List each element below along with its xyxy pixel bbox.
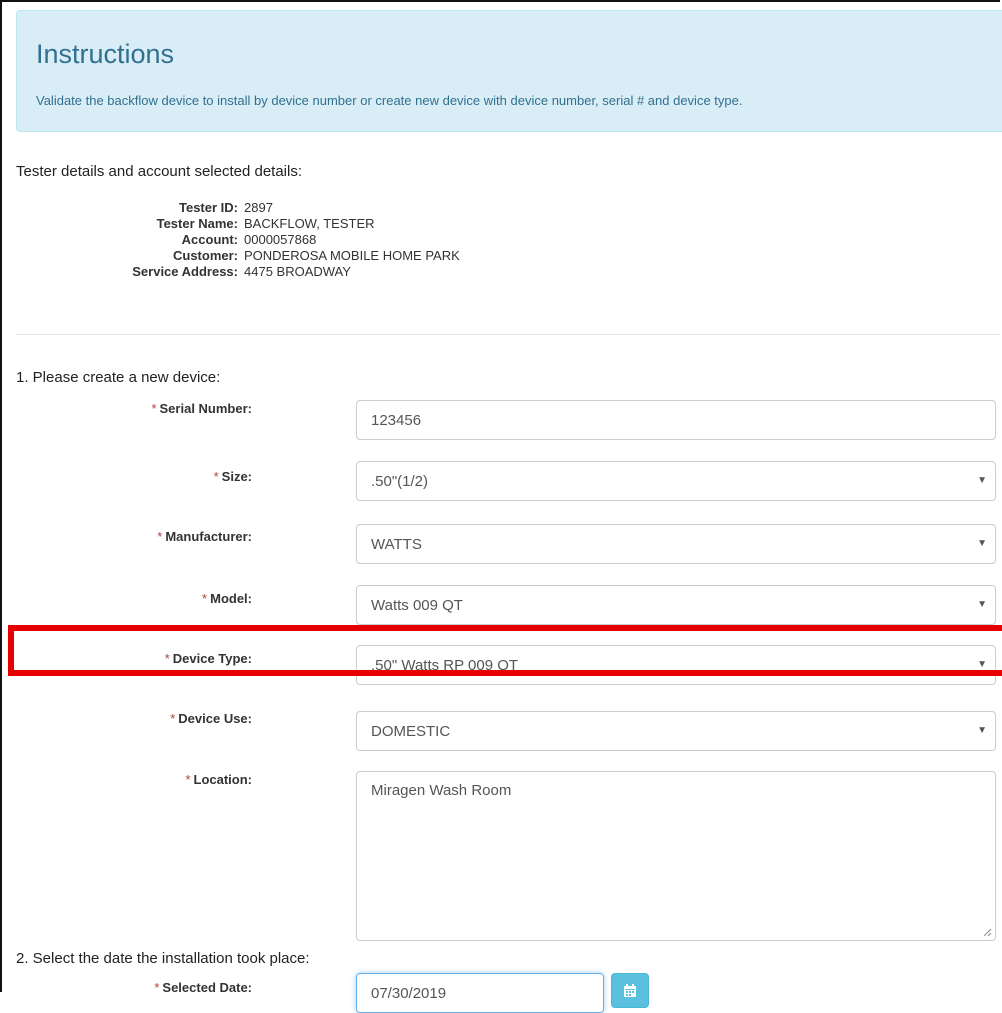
model-label-text: Model:	[210, 591, 252, 606]
service-address-label: Service Address:	[132, 264, 238, 279]
size-label: * Size:	[214, 469, 252, 484]
device-type-highlight	[8, 625, 1002, 676]
customer-row: Customer: PONDEROSA MOBILE HOME PARK	[18, 248, 618, 264]
resize-grip-icon[interactable]	[982, 927, 992, 937]
location-value: Miragen Wash Room	[371, 782, 512, 799]
manufacturer-label-text: Manufacturer:	[165, 529, 252, 544]
tester-name-label: Tester Name:	[156, 216, 238, 231]
selected-date-input[interactable]: 07/30/2019	[356, 973, 604, 1013]
serial-number-label-text: Serial Number:	[159, 401, 252, 416]
required-marker: *	[185, 772, 191, 787]
model-label: * Model:	[202, 591, 252, 606]
required-marker: *	[213, 469, 219, 484]
selected-date-label-text: Selected Date:	[162, 980, 252, 995]
step2-heading: 2. Select the date the installation took…	[16, 950, 310, 967]
service-address-value: 4475 BROADWAY	[244, 264, 351, 279]
account-label: Account:	[181, 232, 238, 247]
account-row: Account: 0000057868	[18, 232, 618, 248]
serial-number-input[interactable]: 123456	[356, 400, 996, 440]
instructions-panel: Instructions Validate the backflow devic…	[16, 10, 1002, 132]
location-label-text: Location:	[193, 772, 253, 787]
selected-date-label: * Selected Date:	[154, 980, 252, 995]
calendar-icon	[624, 983, 636, 997]
required-marker: *	[157, 529, 163, 544]
tester-name-row: Tester Name: BACKFLOW, TESTER	[18, 216, 618, 232]
service-address-row: Service Address: 4475 BROADWAY	[18, 264, 618, 280]
tester-id-value: 2897	[244, 200, 273, 215]
location-label: * Location:	[185, 772, 252, 787]
tester-id-label: Tester ID:	[179, 200, 238, 215]
device-use-label-text: Device Use:	[178, 711, 252, 726]
serial-number-label: * Serial Number:	[151, 401, 252, 416]
tester-details-heading: Tester details and account selected deta…	[16, 163, 303, 180]
tester-details: Tester ID: 2897 Tester Name: BACKFLOW, T…	[18, 200, 618, 280]
chevron-down-icon: ▼	[977, 538, 987, 549]
tester-id-row: Tester ID: 2897	[18, 200, 618, 216]
device-use-value: DOMESTIC	[371, 722, 451, 740]
size-label-text: Size:	[221, 469, 252, 484]
selected-date-value: 07/30/2019	[371, 984, 447, 1002]
instructions-text: Validate the backflow device to install …	[36, 93, 743, 108]
size-select[interactable]: .50"(1/2) ▼	[356, 461, 996, 501]
model-value: Watts 009 QT	[371, 596, 463, 614]
chevron-down-icon: ▼	[977, 725, 987, 736]
manufacturer-value: WATTS	[371, 535, 422, 553]
manufacturer-label: * Manufacturer:	[157, 529, 252, 544]
size-value: .50"(1/2)	[371, 472, 429, 490]
required-marker: *	[154, 980, 160, 995]
required-marker: *	[151, 401, 157, 416]
location-textarea[interactable]: Miragen Wash Room	[356, 771, 996, 941]
required-marker: *	[170, 711, 176, 726]
account-value: 0000057868	[244, 232, 317, 247]
customer-label: Customer:	[172, 248, 238, 263]
serial-number-value: 123456	[371, 411, 422, 429]
device-use-select[interactable]: DOMESTIC ▼	[356, 711, 996, 751]
required-marker: *	[202, 591, 208, 606]
chevron-down-icon: ▼	[977, 475, 987, 486]
chevron-down-icon: ▼	[977, 599, 987, 610]
instructions-title: Instructions	[36, 39, 175, 69]
model-select[interactable]: Watts 009 QT ▼	[356, 585, 996, 625]
device-use-label: * Device Use:	[170, 711, 252, 726]
section-divider	[16, 334, 1000, 335]
calendar-button[interactable]	[611, 973, 649, 1008]
tester-name-value: BACKFLOW, TESTER	[244, 216, 375, 231]
manufacturer-select[interactable]: WATTS ▼	[356, 524, 996, 564]
step1-heading: 1. Please create a new device:	[16, 369, 221, 386]
customer-value: PONDEROSA MOBILE HOME PARK	[244, 248, 460, 263]
